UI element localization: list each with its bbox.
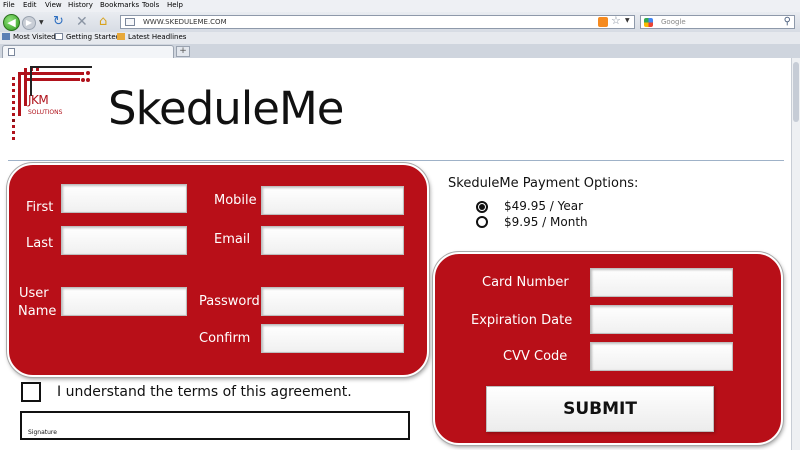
url-dropdown-icon[interactable]: ▼ bbox=[625, 17, 630, 24]
bookmark-label: Latest Headlines bbox=[128, 33, 187, 41]
terms-label: I understand the terms of this agreement… bbox=[57, 384, 352, 400]
page-title: SkeduleMe bbox=[108, 82, 344, 135]
bookmark-most-visited[interactable]: Most Visited bbox=[2, 33, 56, 41]
terms-checkbox[interactable] bbox=[21, 382, 41, 402]
tab-current[interactable] bbox=[2, 45, 174, 58]
menu-bookmarks[interactable]: Bookmarks bbox=[100, 1, 139, 9]
rss-folder-icon bbox=[117, 33, 125, 40]
bookmark-latest-headlines[interactable]: Latest Headlines bbox=[117, 33, 186, 41]
menu-help[interactable]: Help bbox=[167, 1, 183, 9]
url-bar[interactable]: WWW.SKEDULEME.COM bbox=[120, 15, 635, 29]
history-dropdown-icon[interactable]: ▼ bbox=[39, 19, 44, 26]
user-name-label-line2: Name bbox=[18, 304, 57, 319]
home-icon[interactable]: ⌂ bbox=[99, 15, 107, 29]
user-name-label-line1: User bbox=[19, 286, 49, 301]
last-name-label: Last bbox=[26, 236, 54, 251]
cvv-code-input[interactable] bbox=[590, 342, 733, 371]
first-name-input[interactable] bbox=[61, 184, 187, 213]
confirm-password-label: Confirm bbox=[199, 331, 251, 346]
menu-bar: File Edit View History Bookmarks Tools H… bbox=[0, 0, 800, 12]
new-tab-button[interactable]: + bbox=[176, 46, 190, 57]
browser-chrome: File Edit View History Bookmarks Tools H… bbox=[0, 0, 800, 58]
url-text: WWW.SKEDULEME.COM bbox=[143, 18, 227, 26]
confirm-password-input[interactable] bbox=[261, 324, 404, 353]
forward-button[interactable]: ▶ bbox=[22, 16, 36, 30]
email-input[interactable] bbox=[261, 226, 404, 255]
bookmark-label: Getting Started bbox=[66, 33, 121, 41]
stop-icon[interactable]: ✕ bbox=[76, 15, 88, 29]
header-divider bbox=[8, 160, 784, 161]
menu-edit[interactable]: Edit bbox=[23, 1, 37, 9]
bookmark-label: Most Visited bbox=[13, 33, 56, 41]
first-name-label: First bbox=[26, 200, 54, 215]
user-name-input[interactable] bbox=[61, 287, 187, 316]
email-label: Email bbox=[214, 232, 251, 247]
menu-history[interactable]: History bbox=[68, 1, 93, 9]
radio-monthly[interactable] bbox=[476, 216, 488, 228]
menu-view[interactable]: View bbox=[45, 1, 62, 9]
mobile-label: Mobile bbox=[214, 193, 257, 208]
menu-tools[interactable]: Tools bbox=[142, 1, 159, 9]
logo-sub-text: SOLUTIONS bbox=[28, 109, 63, 116]
tab-favicon-icon bbox=[8, 48, 15, 56]
radio-yearly[interactable] bbox=[476, 201, 488, 213]
submit-button[interactable]: SUBMIT bbox=[486, 386, 714, 432]
expiration-date-label: Expiration Date bbox=[471, 313, 573, 328]
bookmark-star-icon[interactable]: ☆ bbox=[611, 14, 621, 27]
signature-label: Signature bbox=[28, 429, 57, 436]
back-button[interactable]: ◀ bbox=[3, 14, 20, 31]
card-number-input[interactable] bbox=[590, 268, 733, 297]
card-number-label: Card Number bbox=[482, 275, 569, 290]
search-bar[interactable]: Google ⚲ bbox=[640, 15, 795, 29]
radio-yearly-label: $49.95 / Year bbox=[504, 199, 584, 213]
expiration-date-input[interactable] bbox=[590, 305, 733, 334]
rss-feed-icon[interactable] bbox=[598, 17, 608, 27]
bookmark-getting-started[interactable]: Getting Started bbox=[55, 33, 120, 41]
radio-monthly-label: $9.95 / Month bbox=[504, 215, 588, 229]
jkm-logo bbox=[12, 66, 92, 140]
nav-toolbar: ◀ ▶ ▼ ↻ ✕ ⌂ WWW.SKEDULEME.COM ☆ ▼ Google… bbox=[0, 12, 800, 32]
password-label: Password bbox=[199, 294, 260, 309]
page-favicon-icon bbox=[125, 18, 135, 26]
mobile-input[interactable] bbox=[261, 186, 404, 215]
page-scrollbar[interactable] bbox=[791, 58, 800, 450]
reload-icon[interactable]: ↻ bbox=[53, 15, 64, 29]
payment-options-title: SkeduleMe Payment Options: bbox=[448, 176, 639, 191]
password-input[interactable] bbox=[261, 287, 404, 316]
google-engine-icon[interactable] bbox=[644, 18, 653, 27]
search-placeholder: Google bbox=[661, 18, 686, 26]
menu-file[interactable]: File bbox=[3, 1, 15, 9]
logo-main-text: JKM bbox=[28, 93, 49, 107]
folder-icon bbox=[2, 33, 10, 40]
signature-field[interactable]: Signature bbox=[20, 411, 410, 440]
last-name-input[interactable] bbox=[61, 226, 187, 255]
tab-strip: + bbox=[0, 44, 800, 58]
bookmarks-toolbar: Most Visited Getting Started Latest Head… bbox=[0, 32, 800, 44]
search-icon[interactable]: ⚲ bbox=[784, 16, 791, 28]
cvv-code-label: CVV Code bbox=[503, 349, 568, 364]
scrollbar-thumb[interactable] bbox=[793, 62, 799, 122]
page-icon bbox=[55, 33, 63, 40]
